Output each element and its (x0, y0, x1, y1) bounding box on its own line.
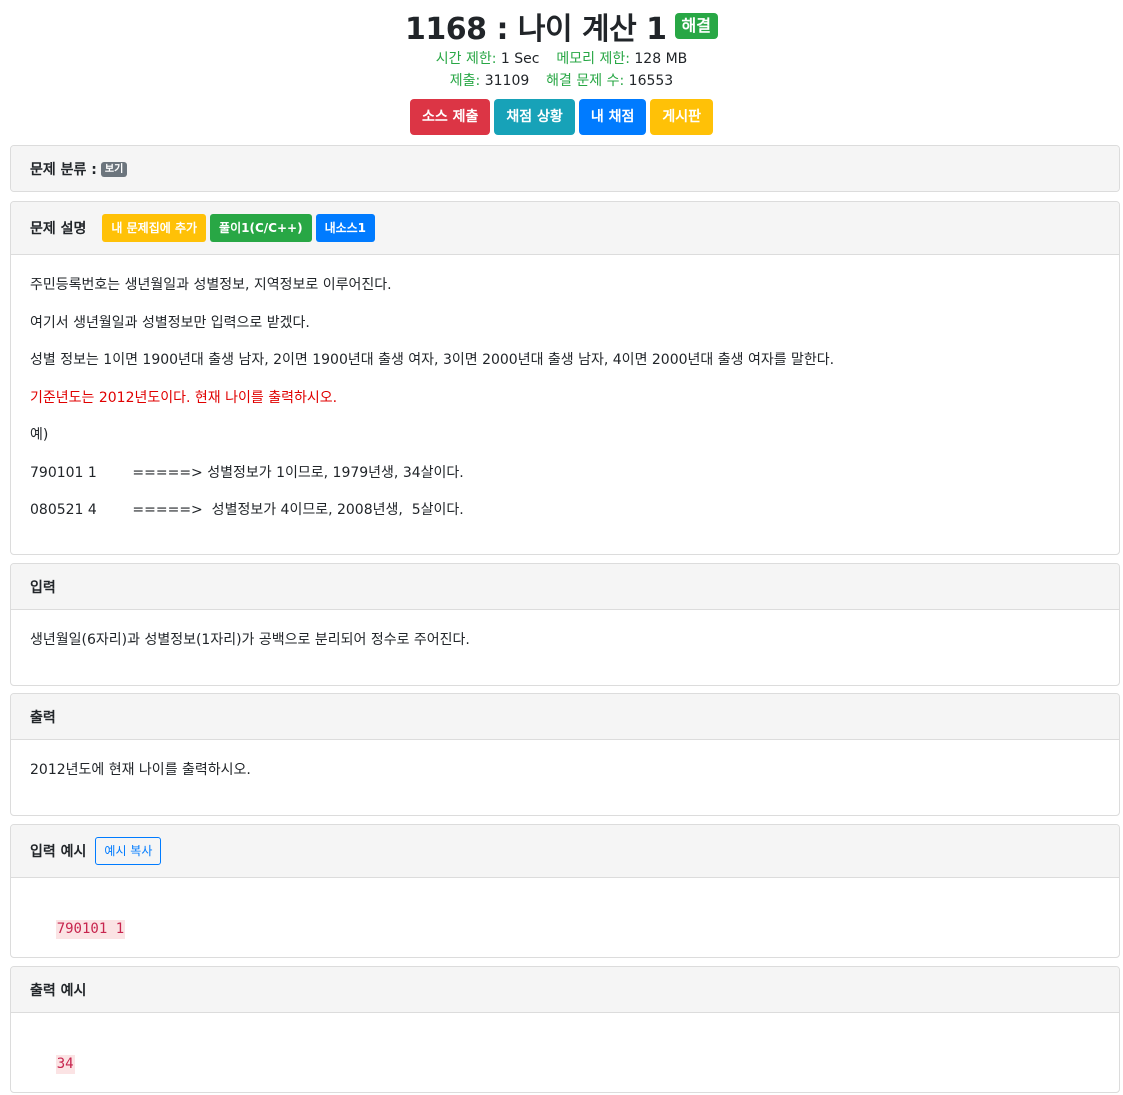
action-buttons: 소스 제출 채점 상황 내 채점 게시판 (0, 99, 1123, 135)
category-card: 문제 분류 : 보기 (10, 145, 1120, 192)
sample-input-card: 입력 예시 예시 복사 790101 1 (10, 824, 1120, 958)
judge-status-button[interactable]: 채점 상황 (494, 99, 575, 135)
solved-count-label: 해결 문제 수: (546, 73, 625, 89)
time-limit-label: 시간 제한: (435, 51, 497, 67)
description-title: 문제 설명 (30, 221, 87, 237)
input-header: 입력 (11, 564, 1119, 610)
output-card: 출력 2012년도에 현재 나이를 출력하시오. (10, 693, 1120, 816)
problem-header: 1168 : 나이 계산 1 해결 시간 제한: 1 Sec 메모리 제한: 1… (0, 0, 1123, 135)
output-title: 출력 (30, 709, 56, 726)
category-label: 문제 분류 : (30, 162, 97, 178)
sample-input-body: 790101 1 (11, 878, 1119, 957)
sample-input-wrap: 790101 1 (29, 899, 126, 957)
example-line: 080521 4 =====> 성별정보가 4이므로, 2008년생, 5살이다… (30, 502, 464, 518)
limits-line: 시간 제한: 1 Sec 메모리 제한: 128 MB (0, 48, 1123, 70)
solution-button[interactable]: 풀이1(C/C++) (210, 214, 312, 242)
input-description: 생년월일(6자리)과 성별정보(1자리)가 공백으로 분리되어 정수로 주어진다… (30, 632, 470, 648)
copy-sample-button[interactable]: 예시 복사 (95, 837, 162, 865)
submissions-value: 31109 (484, 73, 530, 89)
description-highlight: 기준년도는 2012년도이다. 현재 나이를 출력하시오. (30, 390, 338, 406)
board-button[interactable]: 게시판 (650, 99, 713, 135)
page-title: 1168 : 나이 계산 1 (405, 12, 667, 47)
memory-limit-label: 메모리 제한: (556, 51, 630, 67)
add-to-problem-set-button[interactable]: 내 문제집에 추가 (102, 214, 207, 242)
submissions-label: 제출: (449, 73, 481, 89)
sample-input-code: 790101 1 (55, 920, 126, 939)
solved-count-value: 16553 (628, 73, 674, 89)
input-title: 입력 (30, 579, 56, 596)
example-line: 790101 1 =====> 성별정보가 1이므로, 1979년생, 34살이… (30, 465, 464, 481)
input-card: 입력 생년월일(6자리)과 성별정보(1자리)가 공백으로 분리되어 정수로 주… (10, 563, 1120, 686)
solved-badge: 해결 (674, 13, 718, 39)
output-description: 2012년도에 현재 나이를 출력하시오. (30, 762, 251, 778)
description-paragraph: 예) (30, 427, 49, 443)
input-body: 생년월일(6자리)과 성별정보(1자리)가 공백으로 분리되어 정수로 주어진다… (11, 610, 1119, 685)
sample-output-header: 출력 예시 (11, 967, 1119, 1013)
description-card: 문제 설명 내 문제집에 추가 풀이1(C/C++) 내소스1 주민등록번호는 … (10, 201, 1120, 555)
description-paragraph: 주민등록번호는 생년월일과 성별정보, 지역정보로 이루어진다. (30, 277, 392, 293)
output-header: 출력 (11, 694, 1119, 740)
stats-line: 제출: 31109 해결 문제 수: 16553 (0, 70, 1123, 92)
description-body: 주민등록번호는 생년월일과 성별정보, 지역정보로 이루어진다. 여기서 생년월… (11, 255, 1119, 554)
time-limit-value: 1 Sec (500, 51, 540, 67)
submit-source-button[interactable]: 소스 제출 (410, 99, 491, 135)
output-body: 2012년도에 현재 나이를 출력하시오. (11, 740, 1119, 815)
sample-input-title: 입력 예시 (30, 844, 87, 860)
category-view-badge[interactable]: 보기 (100, 161, 128, 177)
sample-output-wrap: 34 (29, 1034, 75, 1092)
description-paragraph: 성별 정보는 1이면 1900년대 출생 남자, 2이면 1900년대 출생 여… (30, 352, 835, 368)
sample-output-code: 34 (55, 1055, 75, 1074)
sample-output-body: 34 (11, 1013, 1119, 1092)
sample-output-card: 출력 예시 34 (10, 966, 1120, 1093)
title-row: 1168 : 나이 계산 1 해결 (0, 8, 1123, 47)
memory-limit-value: 128 MB (634, 51, 688, 67)
sample-input-header: 입력 예시 예시 복사 (11, 825, 1119, 878)
description-header: 문제 설명 내 문제집에 추가 풀이1(C/C++) 내소스1 (11, 202, 1119, 255)
category-header: 문제 분류 : 보기 (11, 146, 1119, 191)
my-status-button[interactable]: 내 채점 (578, 99, 647, 135)
my-source-button[interactable]: 내소스1 (315, 214, 376, 242)
sample-output-title: 출력 예시 (30, 982, 87, 999)
description-paragraph: 여기서 생년월일과 성별정보만 입력으로 받겠다. (30, 315, 310, 331)
